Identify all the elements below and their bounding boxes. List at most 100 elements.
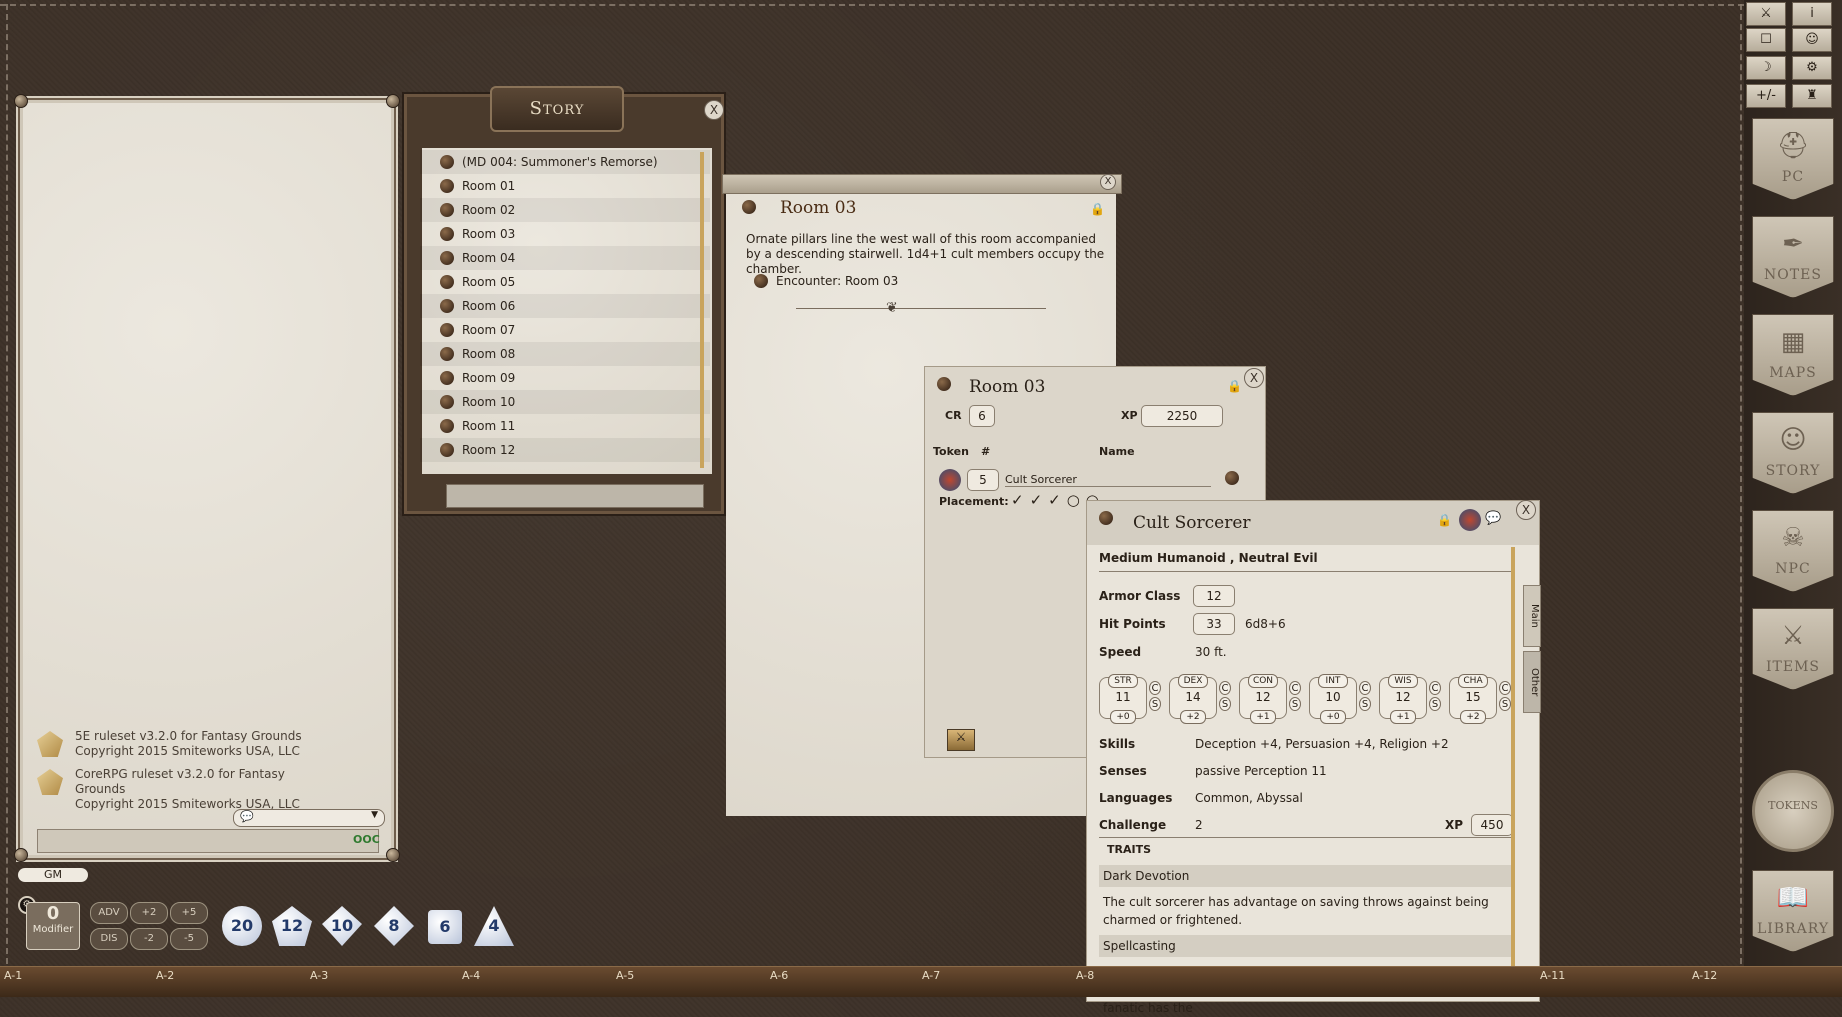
close-icon[interactable]: X [1244,368,1264,388]
count-field[interactable]: 5 [967,469,999,491]
npc-name-field[interactable]: Cult Sorcerer [1005,473,1211,487]
ability-wis[interactable]: WIS 12 +1 [1379,674,1427,724]
d10-icon[interactable]: 10 [322,906,362,946]
tool-button[interactable]: ☽ [1746,56,1786,80]
tab-npc[interactable]: ☠ NPC [1752,510,1834,592]
deploy-icon[interactable]: ⚔ [947,729,975,751]
list-item[interactable]: Room 07 [420,318,710,342]
gm-identity[interactable]: GM [18,868,88,882]
tab-main[interactable]: Main [1523,585,1541,647]
ability-con[interactable]: CON 12 +1 [1239,674,1287,724]
list-item[interactable]: Room 09 [420,366,710,390]
close-icon[interactable]: X [704,100,724,120]
ac-field[interactable]: 12 [1193,585,1235,607]
tab-maps[interactable]: ▦ MAPS [1752,314,1834,396]
xp-field[interactable]: 2250 [1141,405,1223,427]
tab-other[interactable]: Other [1523,651,1541,713]
tab-items[interactable]: ⚔ ITEMS [1752,608,1834,690]
ability-cha[interactable]: CHA 15 +2 [1449,674,1497,724]
chat-message-text: 5E ruleset v3.2.0 for Fantasy Grounds Co… [75,729,302,758]
ooc-toggle[interactable]: OOC [353,833,380,846]
link-icon[interactable] [754,274,768,288]
minus2-button[interactable]: -2 [130,928,168,950]
cr-field[interactable]: 6 [969,405,995,427]
tab-notes[interactable]: ✒ NOTES [1752,216,1834,298]
tool-button[interactable]: ⚙ [1792,56,1832,80]
tool-button[interactable]: ☐ [1746,28,1786,52]
save-check-toggles[interactable]: CS [1499,681,1511,713]
speech-bubble-icon[interactable]: 💬 [1485,511,1501,526]
list-item[interactable]: (MD 004: Summoner's Remorse) [420,150,710,174]
list-item[interactable]: Room 06 [420,294,710,318]
save-check-toggles[interactable]: CS [1359,681,1371,713]
ability-int[interactable]: INT 10 +0 [1309,674,1357,724]
close-icon[interactable]: X [1516,500,1536,520]
list-item[interactable]: Room 08 [420,342,710,366]
masks-icon: ☺ [1779,425,1807,455]
close-icon[interactable]: X [1100,174,1116,190]
tool-button[interactable]: ☺ [1792,28,1832,52]
tab-pc[interactable]: ⛑ PC [1752,118,1834,200]
modifier-box[interactable]: 0 Modifier [26,902,80,950]
list-item[interactable]: Room 01 [420,174,710,198]
d6-icon[interactable]: 6 [428,910,462,944]
plus5-button[interactable]: +5 [170,902,208,924]
minus5-button[interactable]: -5 [170,928,208,950]
save-check-toggles[interactable]: CS [1429,681,1441,713]
lock-icon[interactable]: 🔒 [1227,379,1242,393]
lock-icon[interactable]: 🔒 [1090,202,1105,216]
list-item[interactable]: Room 05 [420,270,710,294]
plus2-button[interactable]: +2 [130,902,168,924]
list-item[interactable]: Room 02 [420,198,710,222]
story-filter-input[interactable] [446,484,704,508]
d8-icon[interactable]: 8 [374,906,414,946]
hp-field[interactable]: 33 [1193,613,1235,635]
lock-icon[interactable]: 🔒 [1437,513,1452,527]
token-avatar[interactable] [1459,509,1481,531]
chat-input[interactable] [37,829,379,853]
trait-name[interactable]: Dark Devotion [1099,865,1515,887]
entry-titlebar[interactable] [722,174,1122,194]
list-item[interactable]: Room 11 [420,414,710,438]
encounter-link[interactable]: Encounter: Room 03 [776,274,898,288]
link-icon[interactable] [1225,471,1239,485]
list-item[interactable]: Room 12 [420,438,710,462]
divider [1099,837,1511,838]
tab-story[interactable]: ☺ STORY [1752,412,1834,494]
tool-button[interactable]: ⅰ [1792,2,1832,26]
save-check-toggles[interactable]: CS [1219,681,1231,713]
rivet-icon [14,94,28,108]
link-icon [440,155,454,169]
tokens-button[interactable]: TOKENS [1752,770,1834,852]
adv-button[interactable]: ADV [90,902,128,924]
link-icon[interactable] [937,377,951,391]
token-avatar[interactable] [939,469,961,491]
trait-name[interactable]: Spellcasting [1099,935,1515,957]
tab-library[interactable]: 📖 LIBRARY [1752,870,1834,952]
npc-name: Cult Sorcerer [1133,513,1251,533]
list-item[interactable]: Room 10 [420,390,710,414]
story-scrollbar[interactable] [700,152,704,468]
ability-dex[interactable]: DEX 14 +2 [1169,674,1217,724]
dis-button[interactable]: DIS [90,928,128,950]
chat-mode-dropdown[interactable]: 💬 ▼ [233,809,385,827]
link-icon[interactable] [1099,511,1113,525]
chat-panel: 5E ruleset v3.2.0 for Fantasy Grounds Co… [14,94,400,862]
list-item[interactable]: Room 03 [420,222,710,246]
ability-str[interactable]: STR 11 +0 [1099,674,1147,724]
tool-button[interactable]: ♜ [1792,84,1832,108]
monster-icon: ☠ [1781,523,1805,553]
list-item[interactable]: Room 04 [420,246,710,270]
tool-button[interactable]: ⚔ [1746,2,1786,26]
rivet-icon [386,94,400,108]
tool-button[interactable]: +/- [1746,84,1786,108]
link-icon [440,275,454,289]
save-check-toggles[interactable]: CS [1289,681,1301,713]
d20-icon[interactable]: 20 [222,906,262,946]
d12-icon[interactable]: 12 [272,906,312,946]
d4-icon[interactable]: 4 [474,906,514,946]
npc-scrollbar[interactable] [1511,547,1515,997]
save-check-toggles[interactable]: CS [1149,681,1161,713]
npc-xp-field[interactable]: 450 [1471,814,1513,836]
link-icon[interactable] [742,200,756,214]
